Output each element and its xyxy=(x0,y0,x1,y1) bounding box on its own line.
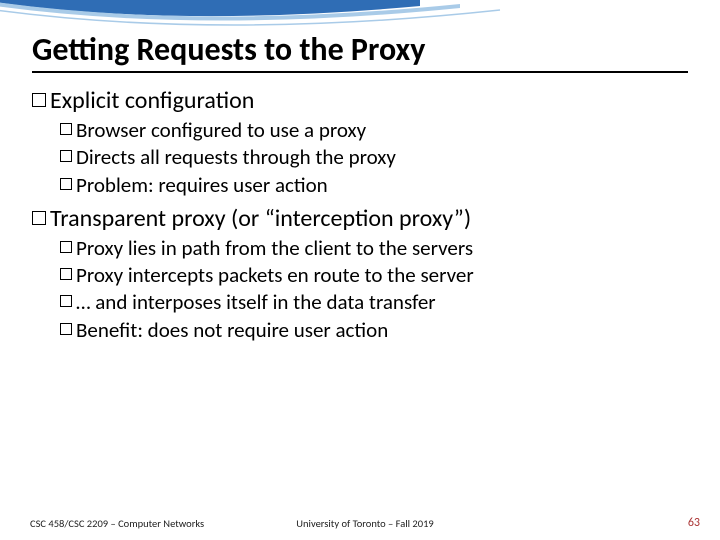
footer-left: CSC 458/CSC 2209 – Computer Networks xyxy=(30,517,204,530)
square-bullet-icon xyxy=(60,123,72,135)
bullet-level1: Explicit configuration xyxy=(32,86,688,115)
bullet-level2: Proxy lies in path from the client to th… xyxy=(60,235,688,261)
bullet-text: Proxy lies in path from the client to th… xyxy=(76,235,473,261)
slide-title: Getting Requests to the Proxy xyxy=(32,30,688,73)
slide-body: Explicit configuration Browser configure… xyxy=(32,84,688,343)
bullet-text: Browser configured to use a proxy xyxy=(76,117,366,143)
square-bullet-icon xyxy=(32,211,46,225)
bullet-level2: Benefit: does not require user action xyxy=(60,317,688,343)
bullet-level1: Transparent proxy (or “interception prox… xyxy=(32,204,688,233)
slide-footer: CSC 458/CSC 2209 – Computer Networks Uni… xyxy=(30,516,700,530)
square-bullet-icon xyxy=(60,241,72,253)
square-bullet-icon xyxy=(60,295,72,307)
square-bullet-icon xyxy=(60,150,72,162)
square-bullet-icon xyxy=(60,323,72,335)
bullet-level2: Browser configured to use a proxy xyxy=(60,117,688,143)
bullet-level2: … and interposes itself in the data tran… xyxy=(60,289,688,315)
bullet-level2: Problem: requires user action xyxy=(60,172,688,198)
square-bullet-icon xyxy=(60,178,72,190)
bullet-text: Directs all requests through the proxy xyxy=(76,144,396,170)
bullet-level2: Proxy intercepts packets en route to the… xyxy=(60,262,688,288)
square-bullet-icon xyxy=(60,268,72,280)
bullet-text: Problem: requires user action xyxy=(76,172,328,198)
bullet-text: Proxy intercepts packets en route to the… xyxy=(76,262,474,288)
page-number: 63 xyxy=(688,516,700,530)
bullet-level2: Directs all requests through the proxy xyxy=(60,144,688,170)
footer-center: University of Toronto – Fall 2019 xyxy=(296,517,433,530)
bullet-text: … and interposes itself in the data tran… xyxy=(76,289,436,315)
bullet-text: Transparent proxy (or “interception prox… xyxy=(50,204,471,233)
square-bullet-icon xyxy=(32,93,46,107)
bullet-text: Benefit: does not require user action xyxy=(76,317,388,343)
bullet-text: Explicit configuration xyxy=(50,86,254,115)
